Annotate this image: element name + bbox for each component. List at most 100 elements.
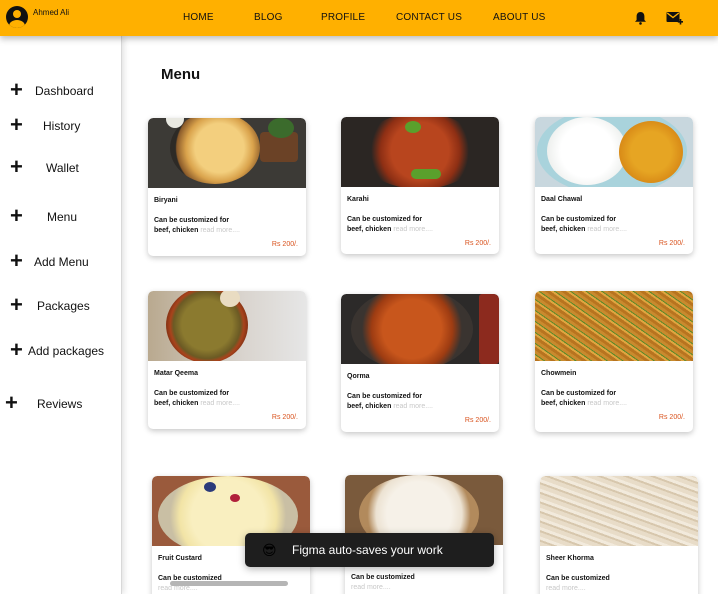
read-more-link[interactable]: read more.... — [393, 226, 433, 233]
card-desc-line: beef, chicken — [541, 226, 586, 233]
card-desc-line: beef, chicken — [347, 403, 392, 410]
card-desc-line: Can be customized for — [541, 216, 617, 223]
bell-icon[interactable] — [634, 11, 647, 25]
nav-contact-link[interactable]: CONTACT US — [396, 12, 462, 23]
sidebar-item-label: Add Menu — [34, 255, 89, 269]
read-more-link[interactable]: read more.... — [587, 226, 627, 233]
sunglasses-emoji-icon: 😎 — [262, 542, 277, 558]
food-image — [341, 294, 499, 364]
plus-icon: + — [10, 248, 23, 273]
food-image — [148, 118, 306, 188]
sidebar-item-label: Add packages — [28, 344, 105, 358]
card-desc-line: Can be customized for — [541, 390, 617, 397]
app-root: Ahmed Ali HOME BLOG PROFILE CONTACT US A… — [0, 0, 718, 594]
card-name: Fruit Custard — [158, 555, 202, 562]
plus-icon: + — [10, 112, 23, 137]
mail-plus-icon[interactable] — [666, 11, 683, 25]
card-desc-line: beef, chicken — [347, 226, 392, 233]
sidebar-item-wallet[interactable]: + Wallet — [0, 154, 122, 179]
card-price: Rs 200/. — [464, 417, 491, 424]
card-name: Biryani — [154, 197, 178, 204]
read-more-link[interactable]: read more.... — [587, 400, 627, 407]
card-desc-line: Can be customized — [351, 574, 415, 581]
sidebar-item-label: Menu — [47, 210, 78, 224]
card-desc-line: Can be customized for — [347, 393, 423, 400]
nav-home-link[interactable]: HOME — [183, 12, 214, 23]
plus-icon: + — [10, 203, 23, 228]
nav-about-link[interactable]: ABOUT US — [493, 12, 546, 23]
plus-icon: + — [10, 292, 23, 317]
sidebar-item-label: History — [43, 119, 81, 133]
card-name: Matar Qeema — [154, 370, 198, 377]
card-name: Daal Chawal — [541, 196, 583, 203]
sidebar-item-history[interactable]: + History — [0, 112, 122, 137]
sidebar-item-add-menu[interactable]: + Add Menu — [0, 248, 122, 273]
food-image — [535, 117, 693, 187]
card-price: Rs 200/. — [658, 414, 685, 421]
card-price: Rs 200/. — [464, 240, 491, 247]
user-name: Ahmed Ali — [33, 8, 70, 17]
card-desc-line: Can be customized — [546, 575, 610, 582]
sidebar-item-menu[interactable]: + Menu — [0, 203, 122, 228]
card-desc-line: beef, chicken — [154, 400, 199, 407]
read-more-link[interactable]: read more.... — [200, 400, 240, 407]
sidebar-item-label: Dashboard — [35, 84, 94, 98]
sidebar-item-label: Packages — [37, 299, 90, 313]
card-description: Can be customized for beef, chicken read… — [154, 389, 304, 409]
plus-icon: + — [10, 337, 23, 362]
menu-card-matar-qeema[interactable]: Matar Qeema Can be customized for beef, … — [148, 291, 306, 429]
card-price: Rs 200/. — [658, 240, 685, 247]
menu-card-biryani[interactable]: Biryani Can be customized for beef, chic… — [148, 118, 306, 256]
food-image — [148, 291, 306, 361]
plus-icon: + — [10, 154, 23, 179]
toast-message: Figma auto-saves your work — [292, 543, 443, 557]
horizontal-scrollbar[interactable] — [170, 581, 288, 586]
plus-icon: + — [5, 390, 18, 415]
food-image — [535, 291, 693, 361]
card-description: Can be customized for beef, chicken read… — [154, 216, 304, 236]
card-name: Qorma — [347, 373, 370, 380]
read-more-link[interactable]: read more.... — [393, 403, 433, 410]
nav-profile-link[interactable]: PROFILE — [321, 12, 365, 23]
top-nav-bar: Ahmed Ali HOME BLOG PROFILE CONTACT US A… — [0, 0, 718, 36]
card-name: Karahi — [347, 196, 369, 203]
card-price: Rs 200/. — [271, 241, 298, 248]
read-more-link[interactable]: read more.... — [200, 227, 240, 234]
card-description: Can be customized read more.... — [546, 574, 696, 594]
card-name: Sheer Khorma — [546, 555, 594, 562]
read-more-link[interactable]: read more.... — [351, 584, 391, 591]
card-name: Chowmein — [541, 370, 577, 377]
nav-blog-link[interactable]: BLOG — [254, 12, 283, 23]
sidebar-item-label: Wallet — [46, 161, 79, 175]
user-profile[interactable]: Ahmed Ali — [0, 0, 122, 36]
sidebar-item-reviews[interactable]: + Reviews — [0, 390, 122, 415]
card-description: Can be customized for beef, chicken read… — [347, 215, 497, 235]
card-desc-line: Can be customized for — [154, 390, 230, 397]
menu-card-chowmein[interactable]: Chowmein Can be customized for beef, chi… — [535, 291, 693, 432]
card-description: Can be customized for beef, chicken read… — [541, 389, 691, 409]
menu-card-qorma[interactable]: Qorma Can be customized for beef, chicke… — [341, 294, 499, 432]
menu-card-daal-chawal[interactable]: Daal Chawal Can be customized for beef, … — [535, 117, 693, 254]
sidebar-item-label: Reviews — [37, 397, 83, 411]
plus-icon: + — [10, 77, 23, 102]
menu-card-sheer-khorma[interactable]: Sheer Khorma Can be customized read more… — [540, 476, 698, 594]
card-desc-line: beef, chicken — [541, 400, 586, 407]
food-image — [540, 476, 698, 546]
card-desc-line: beef, chicken — [154, 227, 199, 234]
sidebar-item-add-packages[interactable]: + Add packages — [0, 337, 122, 362]
card-desc-line: Can be customized for — [347, 216, 423, 223]
card-desc-line: Can be customized for — [154, 217, 230, 224]
sidebar: + Dashboard + History + Wallet + Menu + … — [0, 36, 122, 594]
food-image — [341, 117, 499, 187]
read-more-link[interactable]: read more.... — [158, 585, 198, 592]
sidebar-item-dashboard[interactable]: + Dashboard — [0, 77, 122, 102]
card-price: Rs 200/. — [271, 414, 298, 421]
card-description: Can be customized for beef, chicken read… — [347, 392, 497, 412]
card-description: Can be customized read more.... — [351, 573, 501, 593]
autosave-toast: 😎 Figma auto-saves your work — [245, 533, 494, 567]
read-more-link[interactable]: read more.... — [546, 585, 586, 592]
user-avatar-icon[interactable] — [6, 6, 28, 28]
sidebar-item-packages[interactable]: + Packages — [0, 292, 122, 317]
menu-card-karahi[interactable]: Karahi Can be customized for beef, chick… — [341, 117, 499, 254]
page-title: Menu — [161, 66, 201, 83]
